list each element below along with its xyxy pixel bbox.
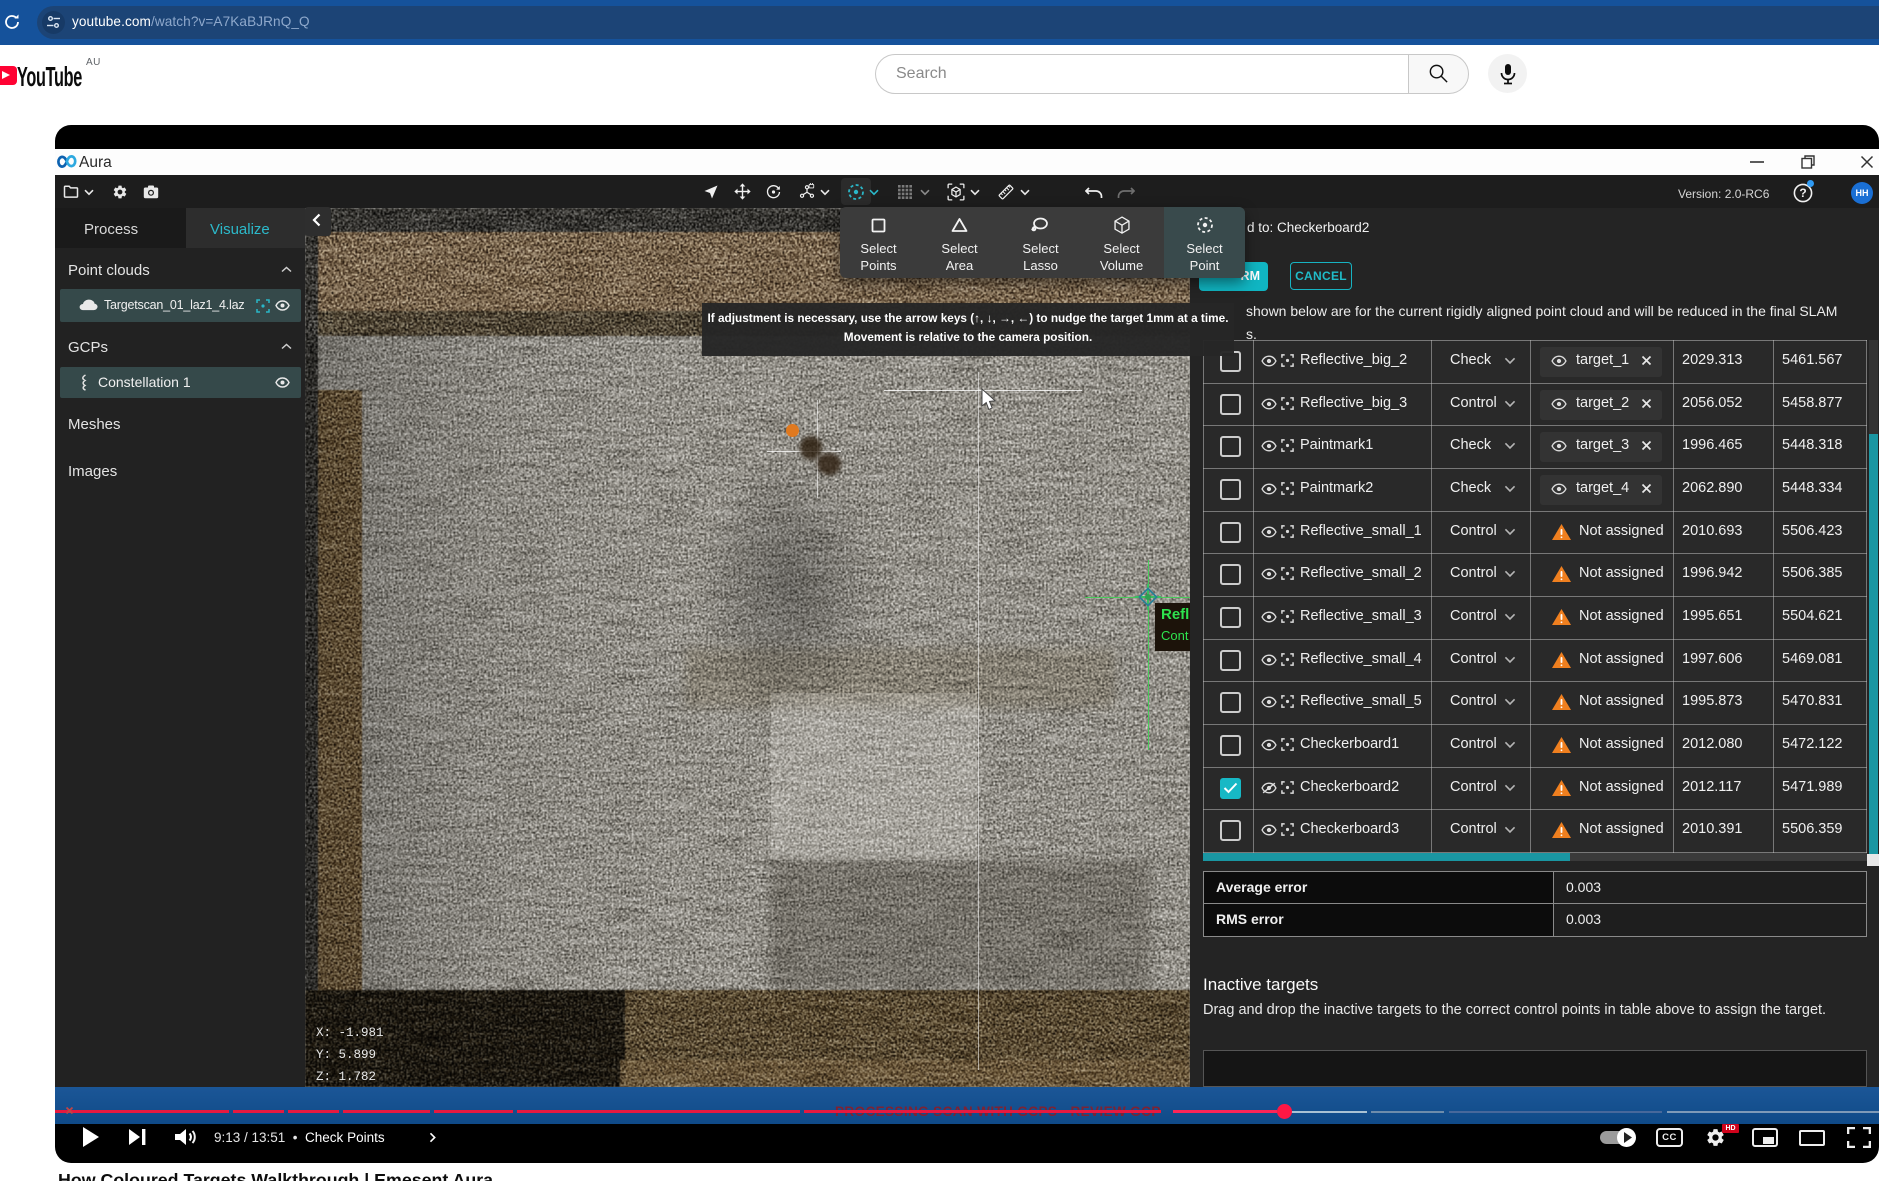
- svg-text:?: ?: [1799, 186, 1806, 200]
